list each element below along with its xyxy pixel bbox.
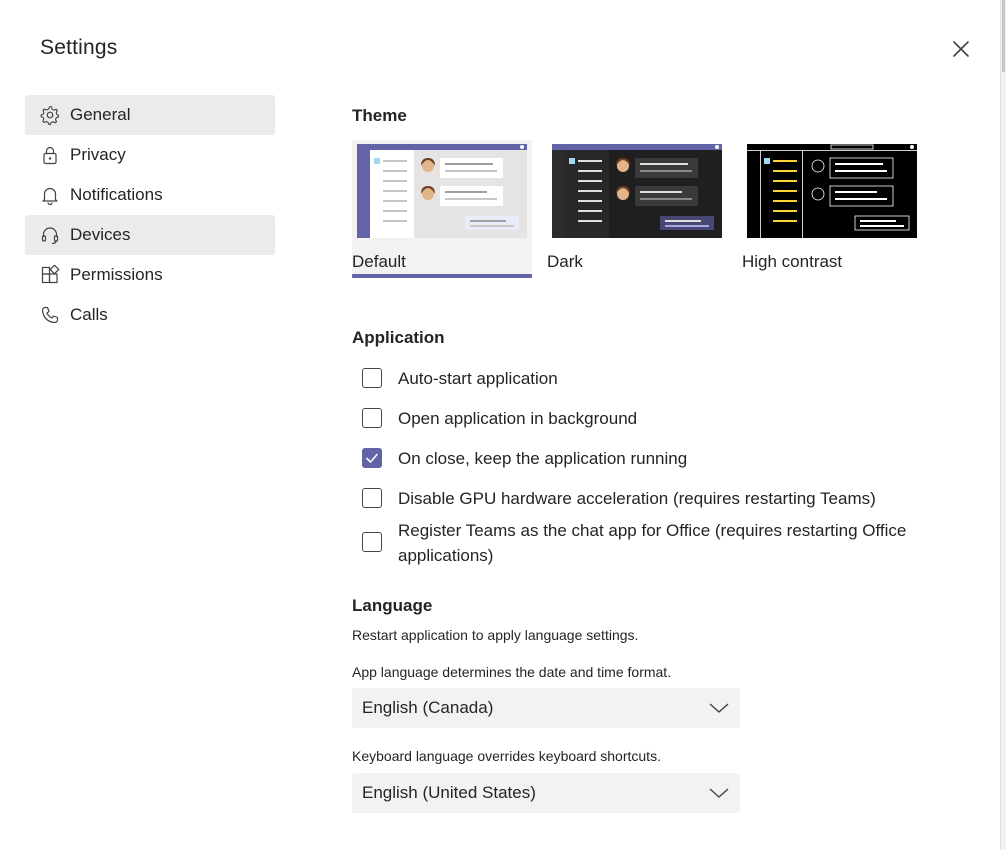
keyboard-language-dropdown[interactable]: English (United States) (352, 773, 740, 813)
checkbox-label: Register Teams as the chat app for Offic… (398, 521, 907, 565)
disable-gpu-checkbox[interactable] (362, 488, 382, 508)
lock-icon (39, 144, 61, 166)
keyboard-language-note: Keyboard language overrides keyboard sho… (352, 748, 661, 764)
sidebar-item-label: Notifications (70, 185, 163, 204)
keep-running-checkbox[interactable] (362, 448, 382, 468)
sidebar-item-label: Calls (70, 305, 108, 324)
checkbox-label: On close, keep the application running (398, 449, 688, 468)
dialog-title: Settings (40, 36, 118, 59)
gear-icon (39, 104, 61, 126)
chevron-down-icon (709, 703, 729, 713)
theme-option-high-contrast[interactable]: High contrast (742, 140, 922, 278)
sidebar-item-privacy[interactable]: Privacy (25, 135, 275, 175)
bell-icon (39, 184, 61, 206)
open-in-background-checkbox[interactable] (362, 408, 382, 428)
settings-sidebar: General Privacy Notifications Devices Pe… (25, 95, 275, 335)
chevron-down-icon (709, 788, 729, 798)
auto-start-checkbox[interactable] (362, 368, 382, 388)
theme-preview-dark (552, 144, 722, 238)
sidebar-item-label: Privacy (70, 145, 126, 164)
dropdown-value: English (Canada) (362, 698, 494, 717)
checkbox-label: Open application in background (398, 409, 638, 428)
theme-selected-indicator (352, 274, 532, 278)
checkbox-label: Disable GPU hardware acceleration (requi… (398, 489, 876, 508)
window-scrollbar[interactable] (1000, 0, 1006, 850)
close-icon[interactable] (950, 38, 972, 60)
language-heading: Language (352, 596, 433, 615)
sidebar-item-label: General (70, 105, 131, 124)
app-language-note: App language determines the date and tim… (352, 664, 672, 680)
dropdown-value: English (United States) (362, 783, 536, 802)
checkbox-label: Auto-start application (398, 369, 558, 388)
register-chat-app-checkbox[interactable] (362, 532, 382, 552)
settings-dialog: Settings General Privacy Notifications D… (0, 0, 1000, 850)
theme-option-dark[interactable]: Dark (547, 140, 727, 278)
checkmark-icon (366, 453, 378, 463)
sidebar-item-calls[interactable]: Calls (25, 295, 275, 335)
application-heading: Application (352, 328, 445, 347)
theme-picker: Default Dark High contrast (352, 140, 922, 280)
theme-heading: Theme (352, 106, 407, 125)
sidebar-item-general[interactable]: General (25, 95, 275, 135)
app-language-dropdown[interactable]: English (Canada) (352, 688, 740, 728)
theme-label: Default (352, 252, 406, 271)
headset-icon (39, 224, 61, 246)
phone-icon (39, 304, 61, 326)
theme-option-default[interactable]: Default (352, 140, 532, 278)
sidebar-item-label: Devices (70, 225, 131, 244)
theme-label: High contrast (742, 252, 843, 271)
scrollbar-thumb[interactable] (1002, 0, 1005, 72)
sidebar-item-label: Permissions (70, 265, 163, 284)
sidebar-item-notifications[interactable]: Notifications (25, 175, 275, 215)
apps-icon (39, 264, 61, 286)
theme-preview-default (357, 144, 527, 238)
theme-label: Dark (547, 252, 583, 271)
theme-preview-high-contrast (747, 144, 917, 238)
sidebar-item-devices[interactable]: Devices (25, 215, 275, 255)
sidebar-item-permissions[interactable]: Permissions (25, 255, 275, 295)
restart-note: Restart application to apply language se… (352, 627, 639, 643)
